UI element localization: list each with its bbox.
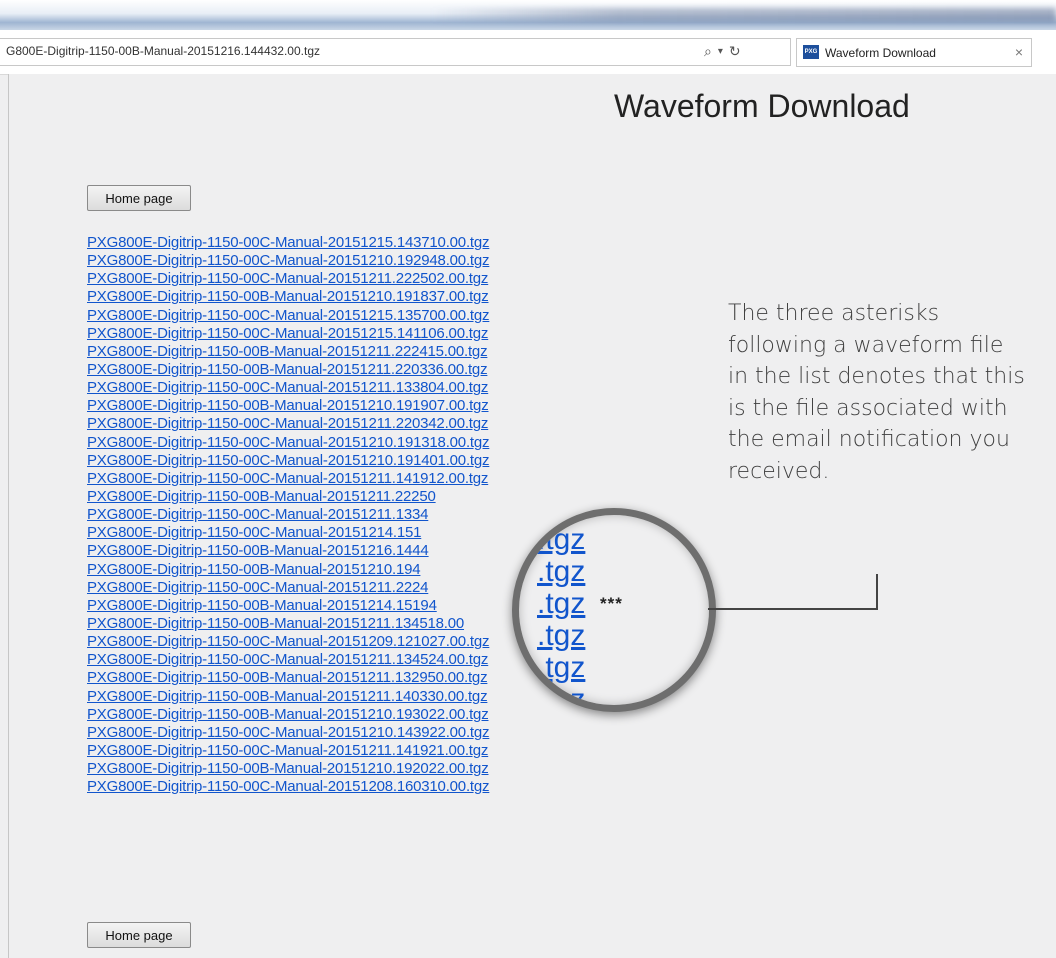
file-link[interactable]: PXG800E-Digitrip-1150-00B-Manual-2015121…: [87, 488, 436, 505]
refresh-icon[interactable]: ↻: [729, 43, 741, 60]
file-link[interactable]: PXG800E-Digitrip-1150-00C-Manual-2015121…: [87, 724, 490, 741]
favicon-icon: PXG: [803, 45, 819, 59]
list-item: PXG800E-Digitrip-1150-00B-Manual-2015121…: [87, 361, 489, 379]
magnified-link-text: .tgz: [537, 523, 586, 556]
file-link[interactable]: PXG800E-Digitrip-1150-00B-Manual-2015121…: [87, 343, 488, 360]
list-item: PXG800E-Digitrip-1150-00B-Manual-2015121…: [87, 542, 489, 560]
home-page-button-top[interactable]: Home page: [87, 185, 191, 211]
close-icon[interactable]: ×: [1015, 44, 1023, 60]
file-link[interactable]: PXG800E-Digitrip-1150-00C-Manual-2015121…: [87, 234, 490, 251]
file-link[interactable]: PXG800E-Digitrip-1150-00B-Manual-2015121…: [87, 542, 429, 559]
file-list: PXG800E-Digitrip-1150-00C-Manual-2015121…: [87, 234, 490, 796]
file-link[interactable]: PXG800E-Digitrip-1150-00B-Manual-2015121…: [87, 615, 464, 632]
magnified-link-text: .tgz: [537, 587, 586, 620]
file-link[interactable]: PXG800E-Digitrip-1150-00B-Manual-2015121…: [87, 669, 488, 686]
list-item: PXG800E-Digitrip-1150-00C-Manual-2015121…: [87, 307, 490, 325]
magnified-link-text: .tgz: [537, 619, 586, 652]
callout-leader-line: [708, 608, 878, 610]
magnified-link-text: .tgz: [537, 555, 586, 588]
file-link[interactable]: PXG800E-Digitrip-1150-00C-Manual-2015121…: [87, 379, 488, 396]
list-item: PXG800E-Digitrip-1150-00B-Manual-2015121…: [87, 488, 489, 506]
magnified-link-text: .tgz: [537, 651, 586, 684]
page-title: Waveform Download: [614, 88, 910, 124]
chevron-down-icon[interactable]: ▾: [718, 46, 723, 57]
list-item: PXG800E-Digitrip-1150-00B-Manual-2015121…: [87, 706, 489, 724]
list-item: PXG800E-Digitrip-1150-00C-Manual-2015121…: [87, 415, 489, 433]
list-item: PXG800E-Digitrip-1150-00B-Manual-2015121…: [87, 688, 489, 706]
list-item: PXG800E-Digitrip-1150-00C-Manual-2015121…: [87, 234, 490, 252]
address-text[interactable]: G800E-Digitrip-1150-00B-Manual-20151216.…: [6, 44, 320, 58]
selected-file-marker: ***: [600, 594, 623, 613]
file-link[interactable]: PXG800E-Digitrip-1150-00B-Manual-2015121…: [87, 288, 489, 305]
file-link[interactable]: PXG800E-Digitrip-1150-00B-Manual-2015121…: [87, 706, 489, 723]
list-item: PXG800E-Digitrip-1150-00C-Manual-2015121…: [87, 742, 489, 760]
list-item: PXG800E-Digitrip-1150-00C-Manual-2015121…: [87, 252, 490, 270]
list-item: PXG800E-Digitrip-1150-00C-Manual-2015121…: [87, 579, 489, 597]
list-item: PXG800E-Digitrip-1150-00C-Manual-2015121…: [87, 724, 490, 742]
file-link[interactable]: PXG800E-Digitrip-1150-00C-Manual-2015121…: [87, 524, 421, 541]
browser-tab[interactable]: PXG Waveform Download ×: [796, 38, 1032, 67]
list-item: PXG800E-Digitrip-1150-00C-Manual-2015121…: [87, 379, 489, 397]
file-link[interactable]: PXG800E-Digitrip-1150-00C-Manual-2015120…: [87, 633, 490, 650]
file-link[interactable]: PXG800E-Digitrip-1150-00C-Manual-2015121…: [87, 325, 488, 342]
callout-leader-line: [876, 574, 878, 610]
file-link[interactable]: PXG800E-Digitrip-1150-00B-Manual-2015121…: [87, 361, 488, 378]
list-item: PXG800E-Digitrip-1150-00B-Manual-2015121…: [87, 669, 489, 687]
file-link[interactable]: PXG800E-Digitrip-1150-00C-Manual-2015121…: [87, 434, 490, 451]
file-link[interactable]: PXG800E-Digitrip-1150-00C-Manual-2015121…: [87, 470, 488, 487]
tab-title[interactable]: Waveform Download: [825, 46, 936, 60]
list-item: PXG800E-Digitrip-1150-00C-Manual-2015120…: [87, 778, 490, 796]
file-link[interactable]: PXG800E-Digitrip-1150-00C-Manual-2015121…: [87, 742, 488, 759]
list-item: PXG800E-Digitrip-1150-00B-Manual-2015121…: [87, 397, 489, 415]
list-item: PXG800E-Digitrip-1150-00B-Manual-2015121…: [87, 760, 489, 778]
list-item: PXG800E-Digitrip-1150-00C-Manual-2015120…: [87, 633, 490, 651]
list-item: PXG800E-Digitrip-1150-00B-Manual-2015121…: [87, 615, 489, 633]
file-link[interactable]: PXG800E-Digitrip-1150-00C-Manual-2015121…: [87, 252, 490, 269]
file-link[interactable]: PXG800E-Digitrip-1150-00C-Manual-2015121…: [87, 415, 488, 432]
file-link[interactable]: PXG800E-Digitrip-1150-00C-Manual-2015120…: [87, 778, 490, 795]
callout-text: The three asterisks following a waveform…: [728, 301, 1025, 484]
search-icon[interactable]: ⌕: [704, 43, 712, 60]
address-bar[interactable]: G800E-Digitrip-1150-00B-Manual-20151216.…: [0, 38, 791, 66]
list-item: PXG800E-Digitrip-1150-00C-Manual-2015121…: [87, 325, 489, 343]
list-item: PXG800E-Digitrip-1150-00C-Manual-2015121…: [87, 506, 489, 524]
list-item: PXG800E-Digitrip-1150-00C-Manual-2015121…: [87, 270, 489, 288]
list-item: PXG800E-Digitrip-1150-00B-Manual-2015121…: [87, 561, 489, 579]
file-link[interactable]: PXG800E-Digitrip-1150-00C-Manual-2015121…: [87, 651, 488, 668]
list-item: PXG800E-Digitrip-1150-00C-Manual-2015121…: [87, 452, 490, 470]
file-link[interactable]: PXG800E-Digitrip-1150-00B-Manual-2015121…: [87, 561, 421, 578]
list-item: PXG800E-Digitrip-1150-00C-Manual-2015121…: [87, 434, 490, 452]
file-link[interactable]: PXG800E-Digitrip-1150-00B-Manual-2015121…: [87, 760, 489, 777]
list-item: PXG800E-Digitrip-1150-00B-Manual-2015121…: [87, 597, 489, 615]
list-item: PXG800E-Digitrip-1150-00B-Manual-2015121…: [87, 343, 489, 361]
file-link[interactable]: PXG800E-Digitrip-1150-00C-Manual-2015121…: [87, 270, 488, 287]
list-item: PXG800E-Digitrip-1150-00C-Manual-2015121…: [87, 470, 489, 488]
address-icons: ⌕ ▾ ↻: [704, 43, 741, 60]
list-item: PXG800E-Digitrip-1150-00C-Manual-2015121…: [87, 651, 489, 669]
file-link[interactable]: PXG800E-Digitrip-1150-00C-Manual-2015121…: [87, 579, 428, 596]
window-titlebar: [0, 0, 1056, 30]
file-link[interactable]: PXG800E-Digitrip-1150-00B-Manual-2015121…: [87, 597, 437, 614]
list-item: PXG800E-Digitrip-1150-00B-Manual-2015121…: [87, 288, 489, 306]
file-link[interactable]: PXG800E-Digitrip-1150-00B-Manual-2015121…: [87, 397, 489, 414]
titlebar-glow: [430, 8, 1056, 22]
file-link[interactable]: PXG800E-Digitrip-1150-00C-Manual-2015121…: [87, 307, 490, 324]
file-link[interactable]: PXG800E-Digitrip-1150-00B-Manual-2015121…: [87, 688, 488, 705]
file-link[interactable]: PXG800E-Digitrip-1150-00C-Manual-2015121…: [87, 506, 428, 523]
file-link[interactable]: PXG800E-Digitrip-1150-00C-Manual-2015121…: [87, 452, 490, 469]
browser-toolbar: G800E-Digitrip-1150-00B-Manual-20151216.…: [0, 30, 1056, 75]
list-item: PXG800E-Digitrip-1150-00C-Manual-2015121…: [87, 524, 489, 542]
home-page-button-bottom[interactable]: Home page: [87, 922, 191, 948]
